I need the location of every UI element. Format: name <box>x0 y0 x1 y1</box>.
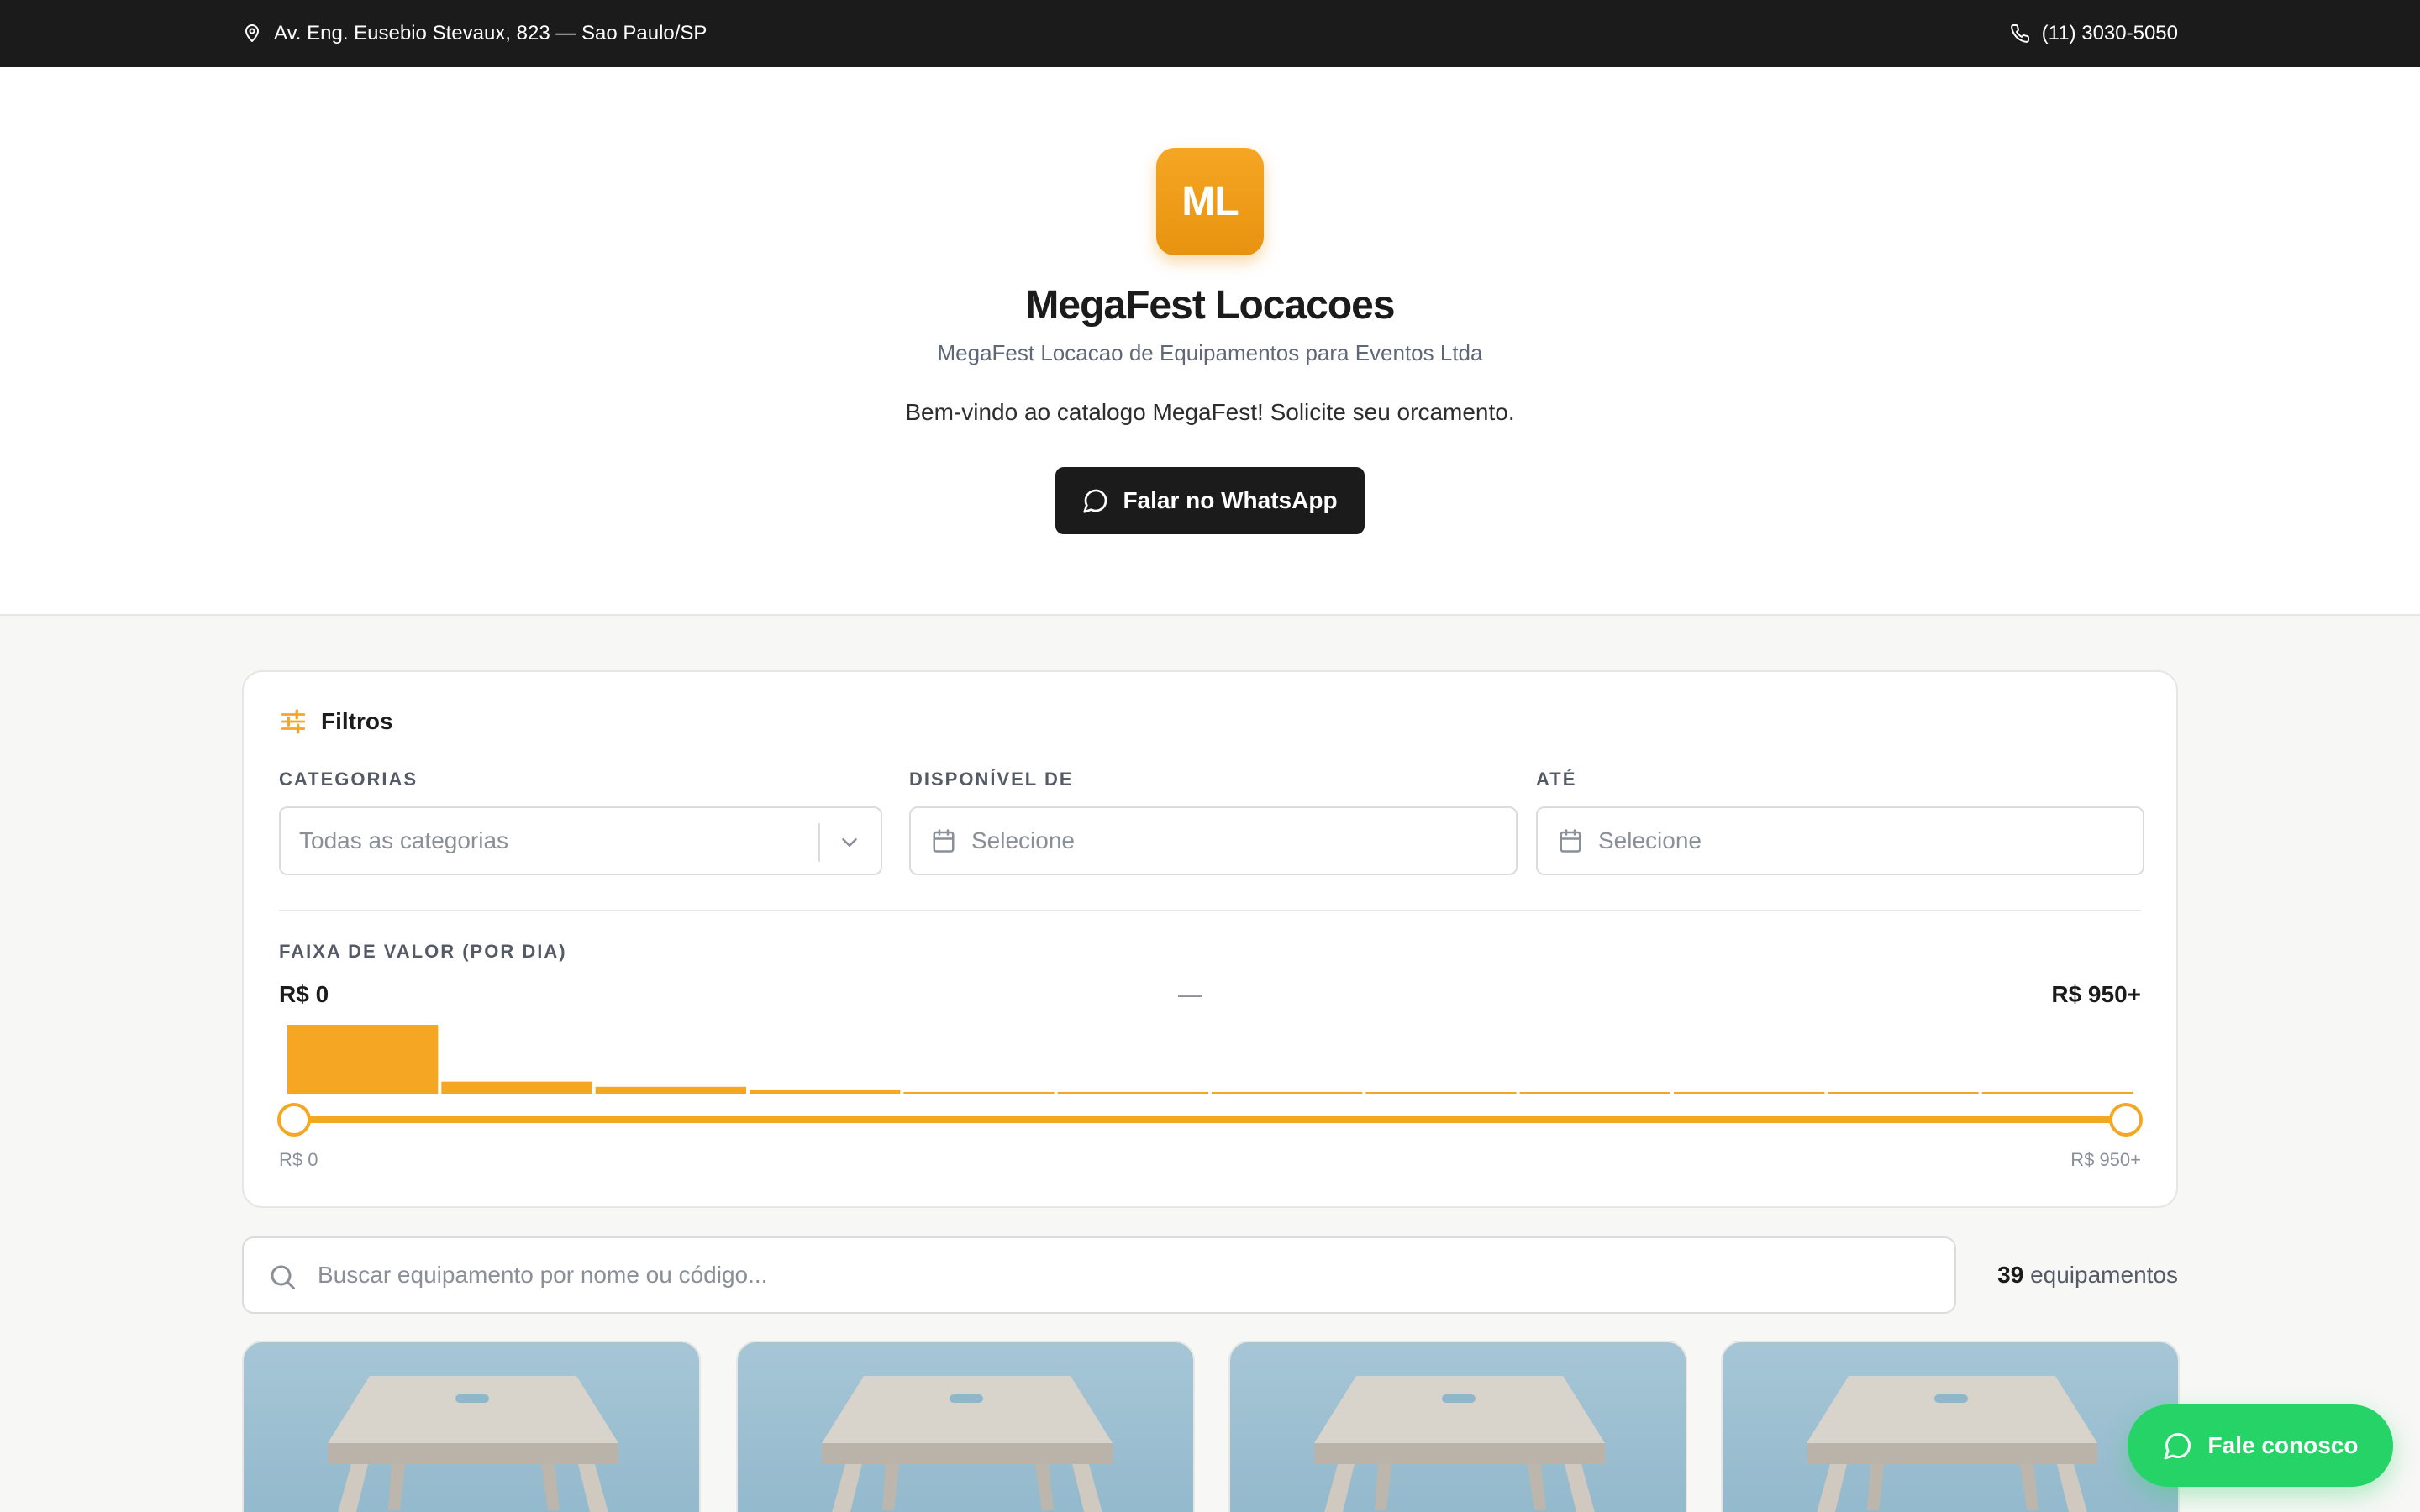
date-to-label: ATÉ <box>1536 769 1577 790</box>
histogram-bar <box>1519 1092 1670 1094</box>
product-card[interactable] <box>242 1341 701 1512</box>
store-title: MegaFest Locacoes <box>1025 283 1395 328</box>
histogram-bar <box>1057 1091 1208 1094</box>
date-to-placeholder: Selecione <box>1598 827 1702 853</box>
price-histogram <box>287 1025 2133 1094</box>
product-card[interactable] <box>1721 1341 2180 1512</box>
price-range-label: FAIXA DE VALOR (POR DIA) <box>279 941 567 962</box>
histogram-bar <box>441 1081 592 1094</box>
stool-image <box>1807 1376 2097 1512</box>
histogram-bar <box>1365 1092 1517 1094</box>
price-slider-track[interactable] <box>294 1116 2126 1123</box>
price-foot-max: R$ 950+ <box>2070 1149 2141 1170</box>
filters-heading: Filtros <box>279 707 393 736</box>
histogram-bar <box>287 1025 439 1094</box>
results-count-suffix: equipamentos <box>2030 1262 2178 1288</box>
phone-info[interactable]: (11) 3030-5050 <box>2010 22 2178 45</box>
phone-icon <box>2010 24 2029 43</box>
date-from-placeholder: Selecione <box>971 827 1075 853</box>
stool-image <box>328 1376 618 1512</box>
histogram-bar <box>903 1091 1055 1094</box>
price-range-separator: — <box>1178 981 1202 1007</box>
histogram-bar <box>1212 1091 1363 1094</box>
contact-fab-label: Fale conosco <box>2207 1432 2359 1458</box>
categories-select[interactable]: Todas as categorias <box>279 806 882 875</box>
welcome-message: Bem-vindo ao catalogo MegaFest! Solicite… <box>905 399 1515 425</box>
stool-image <box>1314 1376 1605 1512</box>
price-range-max: R$ 950+ <box>2051 981 2141 1007</box>
whatsapp-button[interactable]: Falar no WhatsApp <box>1055 467 1365 534</box>
results-count: 39 equipamentos <box>1997 1262 2178 1289</box>
price-slider-min-handle[interactable] <box>277 1103 311 1137</box>
histogram-bar <box>750 1089 901 1094</box>
calendar-icon <box>1560 829 1581 853</box>
store-header: ML MegaFest Locacoes MegaFest Locacao de… <box>0 67 2420 616</box>
chevron-down-icon <box>842 838 857 847</box>
histogram-bar <box>1981 1091 2133 1094</box>
calendar-icon <box>933 829 955 853</box>
phone-text: (11) 3030-5050 <box>2041 22 2178 45</box>
date-from-input[interactable]: Selecione <box>909 806 1518 875</box>
price-slider-max-handle[interactable] <box>2109 1103 2143 1137</box>
whatsapp-button-label: Falar no WhatsApp <box>1123 487 1338 513</box>
product-card[interactable] <box>736 1341 1195 1512</box>
search-placeholder: Buscar equipamento por nome ou código... <box>318 1262 768 1288</box>
price-range-min: R$ 0 <box>279 981 329 1007</box>
chat-icon <box>2164 1432 2191 1460</box>
categories-label: CATEGORIAS <box>279 769 418 790</box>
categories-value: Todas as categorias <box>299 827 509 853</box>
stool-image <box>822 1376 1113 1512</box>
results-count-number: 39 <box>1997 1262 2024 1288</box>
search-input[interactable]: Buscar equipamento por nome ou código... <box>242 1236 1956 1314</box>
select-separator <box>818 823 820 862</box>
address-info: Av. Eng. Eusebio Stevaux, 823 — Sao Paul… <box>242 22 707 45</box>
filters-panel: Filtros CATEGORIAS Todas as categorias D… <box>242 670 2178 1208</box>
address-text: Av. Eng. Eusebio Stevaux, 823 — Sao Paul… <box>274 22 708 45</box>
map-pin-icon <box>245 24 259 42</box>
contact-whatsapp-fab[interactable]: Fale conosco <box>2128 1404 2393 1487</box>
store-logo: ML <box>1156 148 1264 255</box>
histogram-bar <box>1674 1091 1825 1094</box>
date-from-label: DISPONÍVEL DE <box>909 769 1074 790</box>
histogram-bar <box>1828 1092 1979 1094</box>
store-subtitle: MegaFest Locacao de Equipamentos para Ev… <box>937 340 1483 365</box>
product-card[interactable] <box>1228 1341 1687 1512</box>
search-icon <box>271 1265 295 1289</box>
price-foot-min: R$ 0 <box>279 1149 318 1170</box>
date-to-input[interactable]: Selecione <box>1536 806 2144 875</box>
chat-icon <box>1083 489 1107 513</box>
filters-divider <box>279 910 2141 911</box>
sliders-icon <box>281 709 306 734</box>
filters-heading-label: Filtros <box>321 708 393 734</box>
top-info-bar: Av. Eng. Eusebio Stevaux, 823 — Sao Paul… <box>0 0 2420 67</box>
histogram-bar <box>595 1086 746 1094</box>
